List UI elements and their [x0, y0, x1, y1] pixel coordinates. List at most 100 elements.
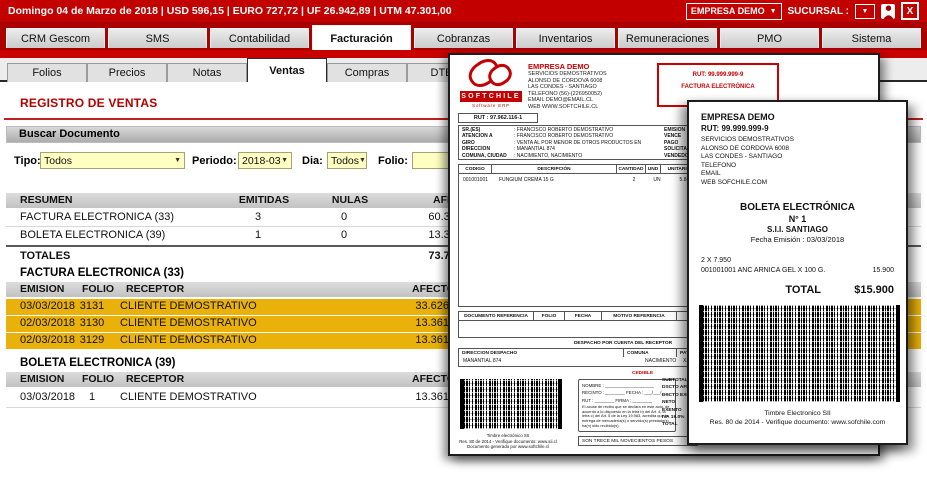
emitter-line: SERVICIOS DEMOSTRATIVOS [701, 136, 794, 143]
emitter-line: WEB WWW.SOFTCHILE.CL [528, 104, 598, 111]
amount-words-box: SON TRECE MIL NOVECIENTOS PESOS [578, 436, 698, 446]
emitter-line: TELEFONO [701, 162, 736, 169]
tab-compras[interactable]: Compras [327, 63, 407, 82]
row-afecto: 13.361 [349, 316, 449, 331]
resumen-row-emitidas: 3 [226, 210, 290, 225]
item-line: 001001001 ANC ARNICA GEL X 100 G. [701, 267, 825, 274]
resumen-row-afecto: 60.348 [362, 210, 462, 225]
top-status-bar: Domingo 04 de Marzo de 2018 | USD 596,15… [0, 0, 927, 22]
tipo-select-value: Todos [44, 155, 72, 167]
sucursal-label: SUCURSAL : [788, 6, 849, 17]
acuse-nombre: NOMBRE : ____________________ [582, 383, 672, 388]
acuse-recinto-fecha: RECINTO : ________ FECHA : ___/___/___ [582, 390, 672, 395]
row-afecto: 13.361 [349, 390, 449, 405]
receptor-col: RECEPTOR [126, 373, 184, 385]
receptor-col: RECEPTOR [126, 283, 184, 295]
nulas-col: NULAS [320, 194, 380, 206]
tab-precios[interactable]: Precios [87, 63, 167, 82]
row-receptor: CLIENTE DEMOSTRATIVO [120, 316, 257, 331]
emitter-line: EMAIL DEMO@EMAIL.CL [528, 97, 593, 104]
tab-folios[interactable]: Folios [7, 63, 87, 82]
totales-afecto: 73.709 [362, 249, 462, 264]
timbre-text: Timbre electrónico SII Res. 80 de 2014 -… [450, 433, 566, 450]
emitidas-col: EMITIDAS [232, 194, 296, 206]
folio-col: FOLIO [68, 283, 128, 295]
periodo-select[interactable]: 2018-03 ▼ [238, 152, 292, 169]
row-afecto: 33.626 [349, 299, 449, 314]
document-type: FACTURA ELECTRÓNICA [659, 84, 777, 90]
menu-tab-inventarios[interactable]: Inventarios [516, 28, 615, 48]
emitter-name: EMPRESA DEMO [528, 62, 589, 71]
row-folio: 1 [62, 390, 122, 405]
company-select[interactable]: EMPRESA DEMO ▼ [686, 3, 782, 20]
chevron-down-icon: ▼ [359, 157, 366, 164]
menu-tab-remuneraciones[interactable]: Remuneraciones [618, 28, 717, 48]
acuse-rut-firma: RUT : ________ FIRMA : ________ [582, 398, 672, 403]
despacho-direccion: MANANTIAL 874 [463, 358, 501, 364]
emitter-line: LAS CONDES - SANTIAGO [701, 153, 782, 160]
boleta-document-preview: EMPRESA DEMO RUT: 99.999.999-9 SERVICIOS… [687, 100, 908, 445]
application-window: Domingo 04 de Marzo de 2018 | USD 596,15… [0, 0, 927, 493]
menu-tab-sms[interactable]: SMS [108, 28, 207, 48]
menu-tab-sistema[interactable]: Sistema [822, 28, 921, 48]
resumen-row-name: FACTURA ELECTRONICA (33) [20, 210, 174, 225]
dia-label: Dia: [302, 155, 323, 167]
row-receptor: CLIENTE DEMOSTRATIVO [120, 390, 257, 405]
afecto-col: AFECTO [355, 283, 455, 295]
dia-select[interactable]: Todos ▼ [327, 152, 367, 169]
emitter-line: EMAIL [701, 170, 721, 177]
emitter-rut: RUT: 99.999.999-9 [701, 124, 769, 133]
item-cantidad: 2 [619, 177, 649, 183]
close-button[interactable]: X [901, 2, 919, 20]
tipo-select[interactable]: Todos ▼ [40, 152, 185, 169]
user-icon[interactable] [881, 4, 895, 19]
acuse-legal-text: El acuse de recibo que se declara en est… [582, 405, 672, 428]
person-glyph [882, 4, 895, 19]
logo-tagline: Software ERP [460, 103, 522, 108]
emitter-name: EMPRESA DEMO [701, 112, 775, 122]
sucursal-select[interactable]: ▼ [855, 4, 875, 19]
menu-tab-cobranzas[interactable]: Cobranzas [414, 28, 513, 48]
row-folio: 3131 [62, 299, 122, 314]
row-afecto: 13.361 [349, 333, 449, 348]
emitter-line: TELEFONO (56)-(226950052) [528, 91, 602, 98]
item-codigo: 001001001 [463, 177, 488, 183]
menu-tab-pmo[interactable]: PMO [720, 28, 819, 48]
tipo-label: Tipo: [14, 155, 41, 167]
tab-ventas[interactable]: Ventas [247, 58, 327, 82]
emitter-line: LAS CONDES - SANTIAGO [528, 84, 597, 91]
folio-col: FOLIO [68, 373, 128, 385]
status-info: Domingo 04 de Marzo de 2018 | USD 596,15… [8, 5, 452, 17]
chevron-down-icon: ▼ [281, 157, 288, 164]
totales-label: TOTALES [20, 249, 70, 264]
boleta-section-title: BOLETA ELECTRONICA (39) [20, 357, 175, 369]
main-menu-bar: CRM Gescom SMS Contabilidad Facturación … [0, 22, 927, 50]
emitter-line: ALONSO DE CORDOVA 6008 [528, 78, 602, 85]
chevron-down-icon: ▼ [770, 8, 777, 15]
item-descripcion: FUNGIUM CREMA 15 G [499, 177, 554, 183]
menu-tab-facturacion[interactable]: Facturación [312, 25, 411, 51]
menu-tab-contabilidad[interactable]: Contabilidad [210, 28, 309, 48]
periodo-label: Periodo: [192, 155, 237, 167]
resumen-row-afecto: 13.361 [362, 228, 462, 243]
chevron-down-icon: ▼ [174, 157, 181, 164]
boleta-number: N° 1 [689, 214, 906, 224]
cedible-label: CEDIBLE [632, 371, 653, 376]
timbre-barcode [460, 379, 562, 429]
timbre-line: Timbre Electronico SII [689, 410, 906, 417]
chevron-down-icon: ▼ [862, 8, 869, 15]
factura-section-title: FACTURA ELECTRONICA (33) [20, 267, 184, 279]
despacho-comuna: NACIMIENTO [645, 358, 676, 364]
timbre-barcode [699, 305, 900, 402]
resumen-row-name: BOLETA ELECTRONICA (39) [20, 228, 165, 243]
tab-notas[interactable]: Notas [167, 63, 247, 82]
row-receptor: CLIENTE DEMOSTRATIVO [120, 299, 257, 314]
dia-select-value: Todos [331, 155, 359, 167]
rut-value: RUT: 99.999.999-9 [659, 72, 777, 78]
topbar-controls: EMPRESA DEMO ▼ SUCURSAL : ▼ X [686, 2, 919, 20]
item-amount: 15.900 [873, 267, 894, 274]
sii-office: S.I.I. SANTIAGO [689, 225, 906, 234]
menu-tab-crm-gescom[interactable]: CRM Gescom [6, 28, 105, 48]
emision-col: EMISION [20, 373, 64, 385]
afecto-col: AFECTO [355, 373, 455, 385]
